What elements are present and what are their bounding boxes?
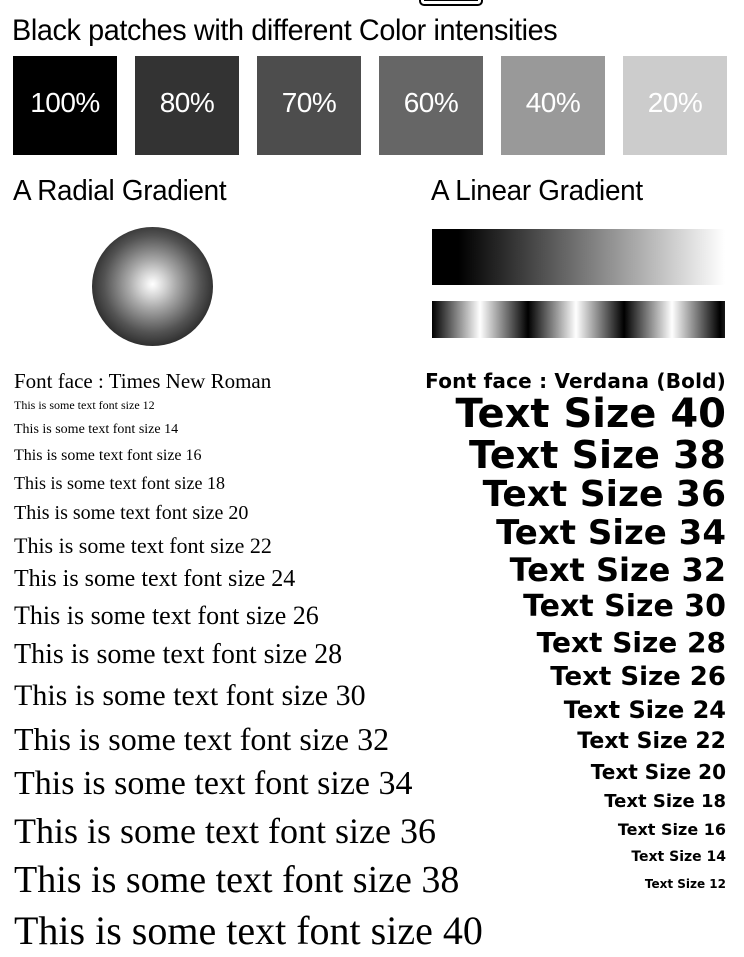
intensity-patch-label: 70% <box>281 87 337 118</box>
radial-gradient-ball <box>92 227 213 346</box>
sans-sample-line-32: Text Size 32 <box>509 551 726 589</box>
intensity-patch-label: 40% <box>525 87 581 118</box>
linear-gradient-bar-two <box>432 301 725 338</box>
sans-sample-line-40: Text Size 40 <box>455 391 726 437</box>
serif-sample-line-40: This is some text font size 40 <box>14 908 483 953</box>
linear-gradient-bar-one <box>432 229 725 285</box>
linear-gradient-heading: A Linear Gradient <box>431 175 643 207</box>
intensity-patch-label: 80% <box>159 87 215 118</box>
sans-sample-line-34: Text Size 34 <box>496 513 726 553</box>
sans-sample-line-30: Text Size 30 <box>523 589 726 624</box>
sans-sample-line-26: Text Size 26 <box>550 662 726 692</box>
intensity-patch-40: 40% <box>501 56 605 155</box>
intensity-patch-label: 20% <box>647 87 703 118</box>
clipped-rounded-box-inner <box>424 0 478 1</box>
sans-sample-line-36: Text Size 36 <box>482 474 726 515</box>
radial-gradient-heading: A Radial Gradient <box>13 175 227 207</box>
intensity-patch-label: 100% <box>30 87 100 118</box>
sans-sample-line-24: Text Size 24 <box>563 696 726 724</box>
sans-sample-line-28: Text Size 28 <box>536 626 726 659</box>
sans-sample-line-12: Text Size 12 <box>644 877 726 891</box>
intensity-patch-100: 100% <box>13 56 117 155</box>
sans-font-column: Font face : Verdana (Bold) Text Size 40 T… <box>306 368 726 897</box>
intensity-patch-label: 60% <box>403 87 459 118</box>
intensity-patch-80: 80% <box>135 56 239 155</box>
sans-sample-line-22: Text Size 22 <box>577 729 726 754</box>
clipped-rounded-box <box>419 0 483 6</box>
patch-row: 100% 80% 70% 60% 40% 20% <box>13 56 727 155</box>
intensity-patch-60: 60% <box>379 56 483 155</box>
intensity-patch-70: 70% <box>257 56 361 155</box>
sans-sample-line-20: Text Size 20 <box>590 760 726 784</box>
sans-sample-line-14: Text Size 14 <box>631 849 726 865</box>
patches-heading: Black patches with different Color inten… <box>12 14 558 47</box>
intensity-patch-20: 20% <box>623 56 727 155</box>
sans-sample-line-38: Text Size 38 <box>469 433 726 477</box>
sans-sample-line-18: Text Size 18 <box>604 791 726 812</box>
sans-sample-line-16: Text Size 16 <box>617 820 726 839</box>
